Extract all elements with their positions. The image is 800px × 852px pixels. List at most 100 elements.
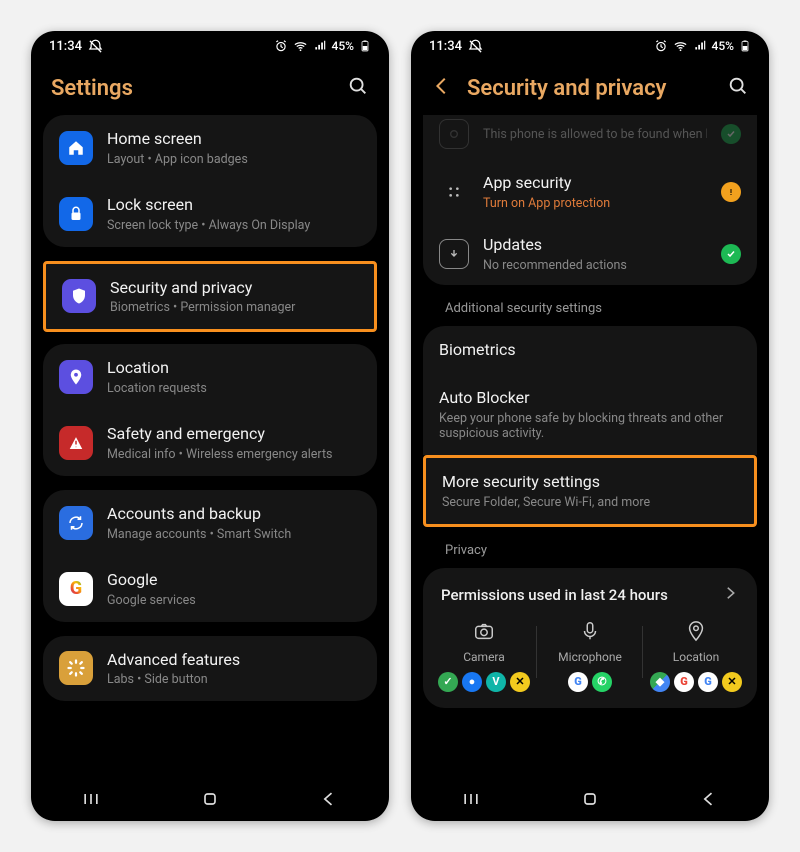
app-list: ◆ G G ✕	[650, 672, 742, 692]
back-button[interactable]	[431, 75, 453, 101]
perm-label: Microphone	[558, 650, 622, 664]
battery-icon	[739, 38, 751, 54]
row-sub: Manage accounts • Smart Switch	[107, 527, 361, 542]
nav-back[interactable]	[699, 789, 719, 813]
location-icon	[684, 620, 708, 642]
nav-back[interactable]	[319, 789, 339, 813]
signal-icon	[313, 39, 327, 53]
battery-pct: 45%	[712, 39, 734, 53]
nav-home[interactable]	[200, 789, 220, 813]
status-warn-icon	[721, 182, 741, 202]
row-title: Auto Blocker	[439, 388, 741, 409]
app-list: G ✆	[568, 672, 612, 692]
section-privacy: Privacy	[423, 541, 757, 568]
nav-home[interactable]	[580, 789, 600, 813]
settings-row-home[interactable]: Home screen Layout • App icon badges	[43, 115, 377, 181]
perm-mic[interactable]: Microphone G ✆	[537, 620, 643, 692]
row-findmy[interactable]: This phone is allowed to be found when l…	[423, 115, 757, 161]
app-list: ✓ ● V ✕	[438, 672, 530, 692]
row-title: Location	[107, 358, 361, 379]
row-sub: Layout • App icon badges	[107, 152, 361, 167]
perm-title: Permissions used in last 24 hours	[441, 586, 668, 604]
row-title: Google	[107, 570, 361, 591]
row-sub: No recommended actions	[483, 258, 707, 273]
settings-row-security-hl: Security and privacy Biometrics • Permis…	[43, 261, 377, 333]
row-sub: Location requests	[107, 381, 361, 396]
row-sub: Turn on App protection	[483, 196, 707, 211]
search-button[interactable]	[347, 75, 369, 101]
status-ok-icon	[721, 244, 741, 264]
row-sub: Keep your phone safe by blocking threats…	[439, 411, 741, 441]
page-header: Settings	[31, 61, 389, 115]
row-more-security[interactable]: More security settings Secure Folder, Se…	[426, 458, 754, 524]
pin-icon	[59, 360, 93, 394]
row-title: Home screen	[107, 129, 361, 150]
status-ok-icon	[721, 124, 741, 144]
page-header: Security and privacy	[411, 61, 769, 115]
row-sub: Medical info • Wireless emergency alerts	[107, 447, 361, 462]
row-sub: This phone is allowed to be found when l…	[483, 127, 707, 142]
row-title: Accounts and backup	[107, 504, 361, 525]
row-title: Security and privacy	[110, 278, 358, 299]
alert-icon	[59, 426, 93, 460]
row-title: App security	[483, 173, 707, 194]
wifi-icon	[293, 39, 308, 54]
nav-recents[interactable]	[81, 789, 101, 813]
row-autoblocker[interactable]: Auto Blocker Keep your phone safe by blo…	[423, 374, 757, 455]
sync-icon	[59, 506, 93, 540]
settings-row-safety[interactable]: Safety and emergency Medical info • Wire…	[43, 410, 377, 476]
phone-security: 11:34 45% Security and privacy This phon…	[411, 31, 769, 821]
row-title: More security settings	[442, 472, 738, 493]
row-sub: Secure Folder, Secure Wi-Fi, and more	[442, 495, 738, 510]
row-updates[interactable]: Updates No recommended actions	[423, 223, 757, 285]
gear-icon	[59, 651, 93, 685]
dnd-icon	[468, 39, 483, 54]
row-title: Updates	[483, 235, 707, 256]
battery-pct: 45%	[332, 39, 354, 53]
mic-icon	[578, 620, 602, 642]
phone-settings: 11:34 45% Settings Home screen Layout	[31, 31, 389, 821]
battery-icon	[359, 38, 371, 54]
camera-icon	[472, 620, 496, 642]
settings-row-lock[interactable]: Lock screen Screen lock type • Always On…	[43, 181, 377, 247]
alarm-icon	[654, 39, 668, 53]
signal-icon	[693, 39, 707, 53]
row-title: Advanced features	[107, 650, 361, 671]
clock: 11:34	[429, 39, 462, 54]
row-sub: Screen lock type • Always On Display	[107, 218, 361, 233]
alarm-icon	[274, 39, 288, 53]
row-sub: Labs • Side button	[107, 672, 361, 687]
android-navbar	[31, 781, 389, 821]
settings-row-location[interactable]: Location Location requests	[43, 344, 377, 410]
row-sub: Biometrics • Permission manager	[110, 300, 358, 315]
row-app-security[interactable]: App security Turn on App protection	[423, 161, 757, 223]
nav-recents[interactable]	[461, 789, 481, 813]
android-navbar	[411, 781, 769, 821]
row-title: Safety and emergency	[107, 424, 361, 445]
dnd-icon	[88, 39, 103, 54]
target-icon	[439, 119, 469, 149]
settings-row-advanced[interactable]: Advanced features Labs • Side button	[43, 636, 377, 702]
permissions-card[interactable]: Permissions used in last 24 hours Camera…	[423, 568, 757, 708]
perm-location[interactable]: Location ◆ G G ✕	[643, 620, 749, 692]
status-bar: 11:34 45%	[31, 31, 389, 61]
settings-row-security[interactable]: Security and privacy Biometrics • Permis…	[46, 264, 374, 330]
row-more-hl: More security settings Secure Folder, Se…	[423, 455, 757, 527]
perm-label: Camera	[463, 650, 505, 664]
perm-label: Location	[673, 650, 719, 664]
page-title: Settings	[51, 76, 347, 101]
google-icon: G	[59, 572, 93, 606]
row-sub: Google services	[107, 593, 361, 608]
settings-row-accounts[interactable]: Accounts and backup Manage accounts • Sm…	[43, 490, 377, 556]
settings-row-google[interactable]: G Google Google services	[43, 556, 377, 622]
row-title: Lock screen	[107, 195, 361, 216]
apps-icon	[439, 177, 469, 207]
update-icon	[439, 239, 469, 269]
status-bar: 11:34 45%	[411, 31, 769, 61]
perm-camera[interactable]: Camera ✓ ● V ✕	[431, 620, 537, 692]
search-button[interactable]	[727, 75, 749, 101]
chevron-right-icon	[721, 584, 739, 606]
section-additional: Additional security settings	[423, 299, 757, 326]
lock-icon	[59, 197, 93, 231]
row-biometrics[interactable]: Biometrics	[423, 326, 757, 375]
